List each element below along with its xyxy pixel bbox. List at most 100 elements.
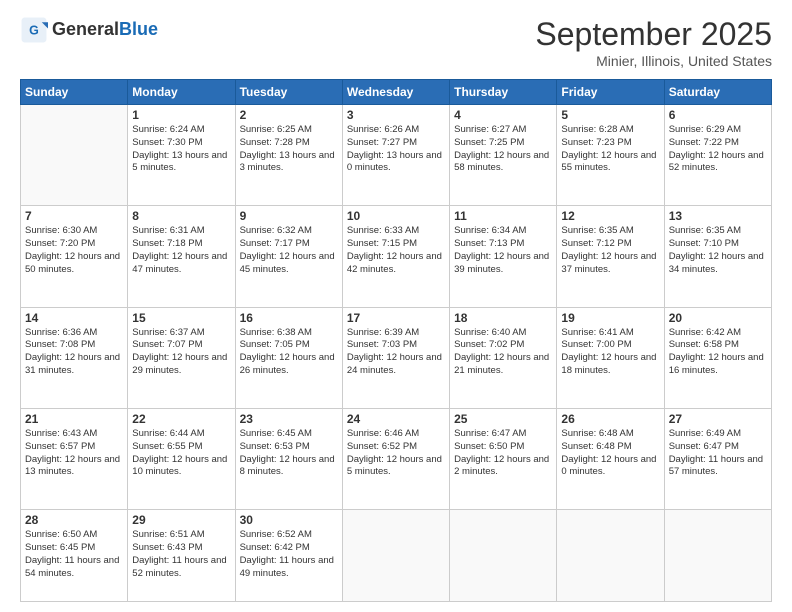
- day-number: 7: [25, 209, 123, 223]
- day-number: 5: [561, 108, 659, 122]
- day-info: Sunrise: 6:47 AM Sunset: 6:50 PM Dayligh…: [454, 428, 552, 479]
- day-info: Sunrise: 6:25 AM Sunset: 7:28 PM Dayligh…: [240, 124, 338, 175]
- day-number: 28: [25, 513, 123, 527]
- calendar-cell: 3 Sunrise: 6:26 AM Sunset: 7:27 PM Daylig…: [342, 105, 449, 206]
- day-number: 25: [454, 412, 552, 426]
- day-info: Sunrise: 6:30 AM Sunset: 7:20 PM Dayligh…: [25, 225, 123, 276]
- weekday-header: Thursday: [450, 80, 557, 105]
- day-number: 3: [347, 108, 445, 122]
- day-info: Sunrise: 6:45 AM Sunset: 6:53 PM Dayligh…: [240, 428, 338, 479]
- calendar-cell: 12Sunrise: 6:35 AM Sunset: 7:12 PM Dayli…: [557, 206, 664, 307]
- day-number: 6: [669, 108, 767, 122]
- calendar-cell: 19 Sunrise: 6:41 AM Sunset: 7:00 PM Dayli…: [557, 307, 664, 408]
- day-number: 23: [240, 412, 338, 426]
- calendar-cell: 11 Sunrise: 6:34 AM Sunset: 7:13 PM Dayli…: [450, 206, 557, 307]
- calendar-cell: 27 Sunrise: 6:49 AM Sunset: 6:47 PM Dayli…: [664, 408, 771, 509]
- calendar-cell: 23 Sunrise: 6:45 AM Sunset: 6:53 PM Dayli…: [235, 408, 342, 509]
- calendar-cell: 14 Sunrise: 6:36 AM Sunset: 7:08 PM Dayli…: [21, 307, 128, 408]
- weekday-header: Friday: [557, 80, 664, 105]
- day-number: 2: [240, 108, 338, 122]
- logo-general: General: [52, 20, 119, 40]
- calendar-cell: [557, 510, 664, 602]
- day-number: 24: [347, 412, 445, 426]
- calendar-cell: 10 Sunrise: 6:33 AM Sunset: 7:15 PM Dayli…: [342, 206, 449, 307]
- day-number: 21: [25, 412, 123, 426]
- logo-icon: G: [20, 16, 48, 44]
- day-number: 4: [454, 108, 552, 122]
- day-info: Sunrise: 6:35 AM Sunset: 7:12 PM Dayligh…: [561, 225, 659, 276]
- svg-text:G: G: [29, 24, 39, 38]
- weekday-header: Monday: [128, 80, 235, 105]
- day-number: 29: [132, 513, 230, 527]
- day-info: Sunrise: 6:36 AM Sunset: 7:08 PM Dayligh…: [25, 327, 123, 378]
- day-number: 8: [132, 209, 230, 223]
- day-number: 10: [347, 209, 445, 223]
- day-info: Sunrise: 6:41 AM Sunset: 7:00 PM Dayligh…: [561, 327, 659, 378]
- day-info: Sunrise: 6:49 AM Sunset: 6:47 PM Dayligh…: [669, 428, 767, 479]
- day-info: Sunrise: 6:27 AM Sunset: 7:25 PM Dayligh…: [454, 124, 552, 175]
- calendar-cell: 22Sunrise: 6:44 AM Sunset: 6:55 PM Dayli…: [128, 408, 235, 509]
- day-number: 26: [561, 412, 659, 426]
- day-info: Sunrise: 6:38 AM Sunset: 7:05 PM Dayligh…: [240, 327, 338, 378]
- page-header: G GeneralBlue September 2025 Minier, Ill…: [20, 16, 772, 69]
- calendar-cell: 21 Sunrise: 6:43 AM Sunset: 6:57 PM Dayli…: [21, 408, 128, 509]
- day-info: Sunrise: 6:52 AM Sunset: 6:42 PM Dayligh…: [240, 529, 338, 580]
- day-info: Sunrise: 6:31 AM Sunset: 7:18 PM Dayligh…: [132, 225, 230, 276]
- day-number: 27: [669, 412, 767, 426]
- day-info: Sunrise: 6:37 AM Sunset: 7:07 PM Dayligh…: [132, 327, 230, 378]
- day-info: Sunrise: 6:32 AM Sunset: 7:17 PM Dayligh…: [240, 225, 338, 276]
- day-info: Sunrise: 6:50 AM Sunset: 6:45 PM Dayligh…: [25, 529, 123, 580]
- day-info: Sunrise: 6:42 AM Sunset: 6:58 PM Dayligh…: [669, 327, 767, 378]
- calendar-cell: 2 Sunrise: 6:25 AM Sunset: 7:28 PM Daylig…: [235, 105, 342, 206]
- calendar-cell: 25 Sunrise: 6:47 AM Sunset: 6:50 PM Dayli…: [450, 408, 557, 509]
- day-number: 14: [25, 311, 123, 325]
- weekday-header: Tuesday: [235, 80, 342, 105]
- calendar-cell: 20 Sunrise: 6:42 AM Sunset: 6:58 PM Dayli…: [664, 307, 771, 408]
- calendar-cell: [664, 510, 771, 602]
- calendar-cell: 1Sunrise: 6:24 AM Sunset: 7:30 PM Daylig…: [128, 105, 235, 206]
- calendar-cell: 15 Sunrise: 6:37 AM Sunset: 7:07 PM Dayli…: [128, 307, 235, 408]
- day-info: Sunrise: 6:35 AM Sunset: 7:10 PM Dayligh…: [669, 225, 767, 276]
- calendar-cell: 5 Sunrise: 6:28 AM Sunset: 7:23 PM Daylig…: [557, 105, 664, 206]
- calendar-cell: 30 Sunrise: 6:52 AM Sunset: 6:42 PM Dayli…: [235, 510, 342, 602]
- calendar-cell: 17 Sunrise: 6:39 AM Sunset: 7:03 PM Dayli…: [342, 307, 449, 408]
- calendar-cell: 16 Sunrise: 6:38 AM Sunset: 7:05 PM Dayli…: [235, 307, 342, 408]
- calendar-cell: [342, 510, 449, 602]
- location-subtitle: Minier, Illinois, United States: [535, 53, 772, 69]
- day-number: 13: [669, 209, 767, 223]
- logo: G GeneralBlue: [20, 16, 158, 44]
- day-number: 18: [454, 311, 552, 325]
- calendar-cell: 13 Sunrise: 6:35 AM Sunset: 7:10 PM Dayli…: [664, 206, 771, 307]
- day-info: Sunrise: 6:26 AM Sunset: 7:27 PM Dayligh…: [347, 124, 445, 175]
- day-number: 30: [240, 513, 338, 527]
- calendar-table: SundayMondayTuesdayWednesdayThursdayFrid…: [20, 79, 772, 602]
- day-info: Sunrise: 6:33 AM Sunset: 7:15 PM Dayligh…: [347, 225, 445, 276]
- calendar-cell: 7 Sunrise: 6:30 AM Sunset: 7:20 PM Daylig…: [21, 206, 128, 307]
- day-number: 15: [132, 311, 230, 325]
- weekday-header-row: SundayMondayTuesdayWednesdayThursdayFrid…: [21, 80, 772, 105]
- day-number: 20: [669, 311, 767, 325]
- month-title: September 2025: [535, 16, 772, 53]
- weekday-header: Wednesday: [342, 80, 449, 105]
- calendar-cell: [450, 510, 557, 602]
- day-number: 17: [347, 311, 445, 325]
- calendar-cell: 8 Sunrise: 6:31 AM Sunset: 7:18 PM Daylig…: [128, 206, 235, 307]
- day-info: Sunrise: 6:43 AM Sunset: 6:57 PM Dayligh…: [25, 428, 123, 479]
- day-info: Sunrise: 6:29 AM Sunset: 7:22 PM Dayligh…: [669, 124, 767, 175]
- day-info: Sunrise: 6:28 AM Sunset: 7:23 PM Dayligh…: [561, 124, 659, 175]
- logo-blue: Blue: [119, 20, 158, 40]
- calendar-cell: [21, 105, 128, 206]
- calendar-cell: 18Sunrise: 6:40 AM Sunset: 7:02 PM Dayli…: [450, 307, 557, 408]
- day-info: Sunrise: 6:34 AM Sunset: 7:13 PM Dayligh…: [454, 225, 552, 276]
- weekday-header: Saturday: [664, 80, 771, 105]
- day-info: Sunrise: 6:39 AM Sunset: 7:03 PM Dayligh…: [347, 327, 445, 378]
- calendar-cell: 26Sunrise: 6:48 AM Sunset: 6:48 PM Dayli…: [557, 408, 664, 509]
- calendar-cell: 24Sunrise: 6:46 AM Sunset: 6:52 PM Dayli…: [342, 408, 449, 509]
- day-number: 16: [240, 311, 338, 325]
- day-number: 11: [454, 209, 552, 223]
- day-info: Sunrise: 6:24 AM Sunset: 7:30 PM Dayligh…: [132, 124, 230, 175]
- calendar-cell: 9Sunrise: 6:32 AM Sunset: 7:17 PM Daylig…: [235, 206, 342, 307]
- calendar-cell: 6 Sunrise: 6:29 AM Sunset: 7:22 PM Daylig…: [664, 105, 771, 206]
- day-number: 19: [561, 311, 659, 325]
- weekday-header: Sunday: [21, 80, 128, 105]
